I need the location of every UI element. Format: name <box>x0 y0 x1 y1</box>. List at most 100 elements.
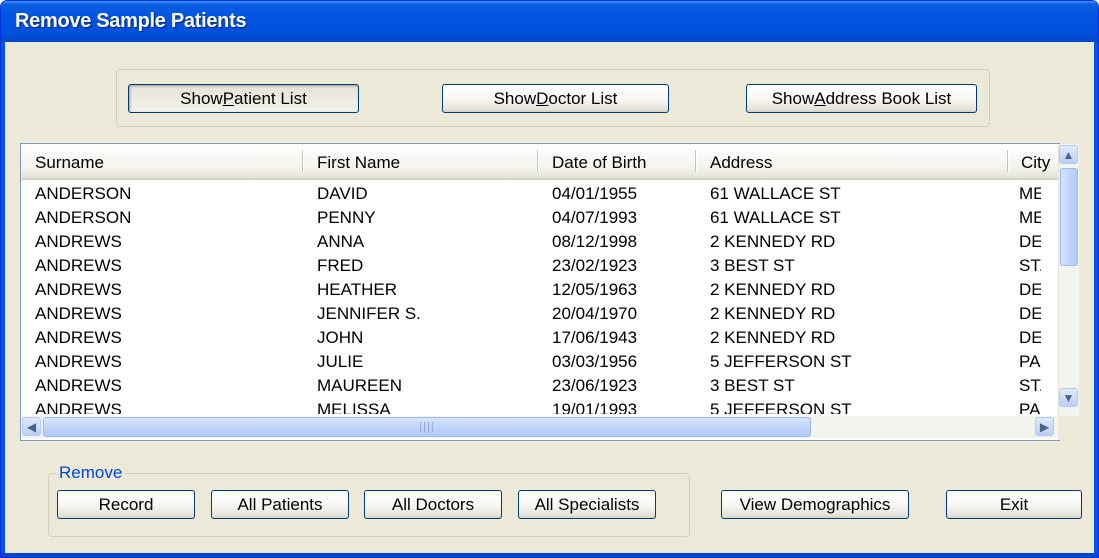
cell-address: 2 KENNEDY RD <box>710 304 836 323</box>
cell-first-name: JOHN <box>317 328 364 347</box>
cell-date-of-birth: 04/01/1955 <box>552 184 638 203</box>
cell-address: 61 WALLACE ST <box>710 184 841 203</box>
chevron-right-icon[interactable]: ▶ <box>1035 417 1054 436</box>
exit-button[interactable]: Exit <box>946 490 1082 519</box>
list-row[interactable]: ANDREWS ANNA 08/12/1998 2 KENNEDY RD DEN <box>21 229 1041 253</box>
column-header-surname[interactable]: Surname <box>35 153 104 173</box>
cell-city: ST. <box>1019 256 1041 275</box>
cell-date-of-birth: 20/04/1970 <box>552 304 638 323</box>
cell-surname: ANDREWS <box>35 304 122 323</box>
view-demographics-button[interactable]: View Demographics <box>721 490 909 519</box>
column-header-first-name[interactable]: First Name <box>317 153 400 173</box>
accelerator-key: D <box>536 88 549 108</box>
cell-first-name: MELISSA <box>317 400 391 414</box>
cell-first-name: JULIE <box>317 352 364 371</box>
scrollbar-corner <box>1058 416 1079 440</box>
show-doctor-list-button[interactable]: Show Doctor List <box>442 84 669 113</box>
cell-address: 3 BEST ST <box>710 256 795 275</box>
cell-city: DEN <box>1019 304 1041 323</box>
main-window: Remove Sample Patients Show Patient List… <box>0 0 1099 558</box>
cell-date-of-birth: 19/01/1993 <box>552 400 638 414</box>
cell-surname: ANDERSON <box>35 184 132 203</box>
cell-city: DEN <box>1019 232 1041 251</box>
cell-address: 3 BEST ST <box>710 376 795 395</box>
cell-first-name: PENNY <box>317 208 376 227</box>
chevron-down-icon[interactable]: ▼ <box>1059 388 1078 407</box>
window-frame-right <box>1094 42 1098 557</box>
window-frame-bottom <box>1 553 1098 557</box>
cell-address: 2 KENNEDY RD <box>710 232 836 251</box>
cell-first-name: ANNA <box>317 232 365 251</box>
cell-surname: ANDREWS <box>35 256 122 275</box>
chevron-up-icon[interactable]: ▲ <box>1059 145 1078 164</box>
list-row[interactable]: ANDERSON PENNY 04/07/1993 61 WALLACE ST … <box>21 205 1041 229</box>
remove-record-button[interactable]: Record <box>57 490 195 519</box>
horizontal-scroll-thumb[interactable]: |||| <box>43 417 811 437</box>
button-label-suffix: ddress Book List <box>825 88 952 108</box>
cell-date-of-birth: 23/02/1923 <box>552 256 638 275</box>
cell-address: 61 WALLACE ST <box>710 208 841 227</box>
column-header-address[interactable]: Address <box>710 153 772 173</box>
cell-surname: ANDREWS <box>35 376 122 395</box>
list-row[interactable]: ANDREWS JULIE 03/03/1956 5 JEFFERSON ST … <box>21 349 1041 373</box>
cell-city: DEN <box>1019 328 1041 347</box>
cell-date-of-birth: 17/06/1943 <box>552 328 638 347</box>
cell-city: ST. <box>1019 376 1041 395</box>
column-divider[interactable] <box>537 150 538 172</box>
cell-first-name: MAUREEN <box>317 376 403 395</box>
cell-city: PAR <box>1019 400 1041 414</box>
cell-surname: ANDREWS <box>35 352 122 371</box>
remove-all-specialists-button[interactable]: All Specialists <box>518 490 656 519</box>
remove-group-label: Remove <box>56 463 126 483</box>
show-patient-list-button[interactable]: Show Patient List <box>128 84 359 113</box>
cell-first-name: DAVID <box>317 184 368 203</box>
cell-city: DEN <box>1019 280 1041 299</box>
list-row[interactable]: ANDREWS JOHN 17/06/1943 2 KENNEDY RD DEN <box>21 325 1041 349</box>
horizontal-scrollbar[interactable]: ◀ |||| ▶ <box>21 416 1059 438</box>
show-address-book-list-button[interactable]: Show Address Book List <box>746 84 977 113</box>
button-label-prefix: Show <box>771 88 815 108</box>
cell-first-name: JENNIFER S. <box>317 304 421 323</box>
button-label-suffix: octor List <box>548 88 618 108</box>
title-bar[interactable]: Remove Sample Patients <box>1 1 1098 42</box>
column-divider[interactable] <box>302 150 303 172</box>
vertical-scrollbar[interactable]: ▲ ▼ <box>1058 144 1079 416</box>
list-row[interactable]: ANDREWS FRED 23/02/1923 3 BEST ST ST. <box>21 253 1041 277</box>
vertical-scroll-thumb[interactable] <box>1060 168 1078 266</box>
cell-address: 2 KENNEDY RD <box>710 280 836 299</box>
cell-date-of-birth: 04/07/1993 <box>552 208 638 227</box>
list-row[interactable]: ANDREWS JENNIFER S. 20/04/1970 2 KENNEDY… <box>21 301 1041 325</box>
cell-date-of-birth: 12/05/1963 <box>552 280 638 299</box>
cell-city: MEL <box>1019 184 1041 203</box>
list-row[interactable]: ANDERSON DAVID 04/01/1955 61 WALLACE ST … <box>21 181 1041 205</box>
column-divider[interactable] <box>1007 150 1008 172</box>
cell-address: 5 JEFFERSON ST <box>710 352 852 371</box>
cell-city: PAR <box>1019 352 1041 371</box>
cell-first-name: HEATHER <box>317 280 397 299</box>
remove-all-doctors-button[interactable]: All Doctors <box>364 490 502 519</box>
chevron-left-icon[interactable]: ◀ <box>22 417 41 436</box>
remove-all-patients-button[interactable]: All Patients <box>211 490 349 519</box>
button-label-suffix: atient List <box>234 88 307 108</box>
cell-date-of-birth: 03/03/1956 <box>552 352 638 371</box>
window-frame-left <box>1 42 5 557</box>
list-row[interactable]: ANDREWS HEATHER 12/05/1963 2 KENNEDY RD … <box>21 277 1041 301</box>
column-divider[interactable] <box>695 150 696 172</box>
patient-list-view[interactable]: Surname First Name Date of Birth Address… <box>20 143 1060 441</box>
column-header-date-of-birth[interactable]: Date of Birth <box>552 153 647 173</box>
cell-surname: ANDERSON <box>35 208 132 227</box>
cell-first-name: FRED <box>317 256 364 275</box>
cell-surname: ANDREWS <box>35 232 122 251</box>
accelerator-key: P <box>222 88 235 108</box>
column-header-city[interactable]: City <box>1021 153 1050 173</box>
cell-surname: ANDREWS <box>35 280 122 299</box>
list-row[interactable]: ANDREWS MELISSA 19/01/1993 5 JEFFERSON S… <box>21 397 1041 414</box>
cell-address: 5 JEFFERSON ST <box>710 400 852 414</box>
grip-icon: |||| <box>419 421 435 433</box>
cell-city: MEL <box>1019 208 1041 227</box>
list-row[interactable]: ANDREWS MAUREEN 23/06/1923 3 BEST ST ST. <box>21 373 1041 397</box>
list-header: Surname First Name Date of Birth Address… <box>21 144 1059 180</box>
cell-date-of-birth: 08/12/1998 <box>552 232 638 251</box>
cell-address: 2 KENNEDY RD <box>710 328 836 347</box>
window-title: Remove Sample Patients <box>15 10 247 32</box>
